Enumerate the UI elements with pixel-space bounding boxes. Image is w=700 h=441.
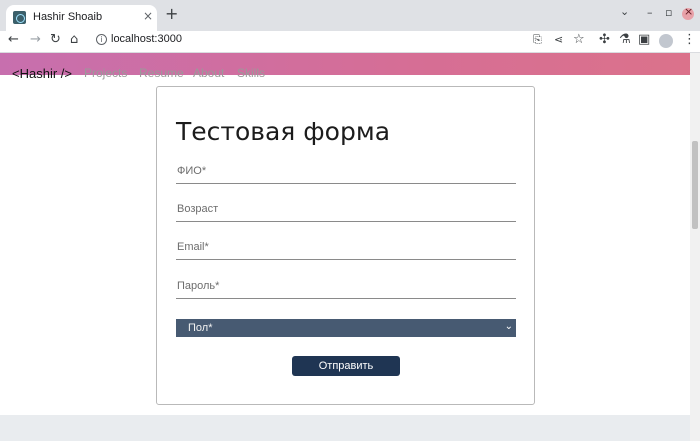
- page-viewport: <Hashir /> Projects Resume About Skills …: [0, 53, 690, 441]
- puzzle-icon[interactable]: ✣: [599, 33, 610, 46]
- tab-strip: Hashir Shoaib × + ⌄ – ▫: [0, 0, 700, 31]
- age-field[interactable]: Возраст: [176, 200, 516, 222]
- back-arrow-icon[interactable]: ←: [8, 33, 19, 46]
- test-form-card: Тестовая форма ФИО* Возраст Email* Парол…: [156, 86, 535, 405]
- nav-link-about[interactable]: About: [193, 66, 224, 80]
- profile-avatar-icon[interactable]: [659, 34, 673, 48]
- info-icon[interactable]: i: [96, 34, 107, 45]
- password-field[interactable]: Пароль*: [176, 277, 516, 299]
- kebab-menu-icon[interactable]: ⋮: [683, 33, 696, 46]
- submit-button-label: Отправить: [318, 360, 374, 372]
- form-title: Тестовая форма: [176, 117, 391, 146]
- submit-button[interactable]: Отправить: [292, 356, 400, 376]
- address-bar[interactable]: localhost:3000: [111, 33, 182, 45]
- chevron-down-icon: ⌄: [504, 321, 513, 332]
- page-footer: [0, 415, 690, 441]
- page-scrollbar[interactable]: [690, 53, 700, 441]
- password-label: Пароль*: [177, 280, 220, 292]
- restore-icon[interactable]: ▫: [665, 7, 672, 18]
- forward-arrow-icon[interactable]: →: [30, 33, 41, 46]
- gender-select[interactable]: Пол* ⌄: [176, 319, 516, 337]
- full-name-label: ФИО*: [177, 165, 207, 177]
- flask-icon[interactable]: ⚗: [619, 33, 631, 46]
- email-label: Email*: [177, 241, 209, 253]
- browser-tab[interactable]: Hashir Shoaib ×: [6, 5, 157, 31]
- minimize-icon[interactable]: –: [647, 7, 653, 18]
- new-tab-button[interactable]: +: [165, 6, 178, 22]
- scrollbar-thumb[interactable]: [692, 141, 698, 229]
- age-label: Возраст: [177, 203, 219, 215]
- nav-link-projects[interactable]: Projects: [84, 66, 127, 80]
- site-brand[interactable]: <Hashir />: [12, 66, 72, 81]
- window-close-icon[interactable]: [682, 5, 694, 20]
- reload-icon[interactable]: ↻: [50, 33, 61, 46]
- react-favicon-icon: [13, 11, 26, 24]
- star-icon[interactable]: ☆: [573, 33, 585, 46]
- side-panel-icon[interactable]: ▣: [638, 33, 650, 46]
- tab-search-icon[interactable]: ⌄: [620, 6, 629, 17]
- full-name-field[interactable]: ФИО*: [176, 162, 516, 184]
- install-app-icon[interactable]: ⎘: [533, 34, 542, 45]
- gender-select-label: Пол*: [188, 322, 213, 334]
- browser-toolbar: ← → ↻ ⌂ i localhost:3000 ⎘ ⋖ ☆ ✣ ⚗ ▣ ⋮: [0, 31, 700, 53]
- tab-close-icon[interactable]: ×: [143, 10, 153, 22]
- share-icon[interactable]: ⋖: [554, 34, 563, 45]
- nav-link-skills[interactable]: Skills: [237, 66, 265, 80]
- home-icon[interactable]: ⌂: [70, 33, 78, 46]
- email-field[interactable]: Email*: [176, 238, 516, 260]
- nav-link-resume[interactable]: Resume: [139, 66, 184, 80]
- tab-title: Hashir Shoaib: [33, 11, 103, 23]
